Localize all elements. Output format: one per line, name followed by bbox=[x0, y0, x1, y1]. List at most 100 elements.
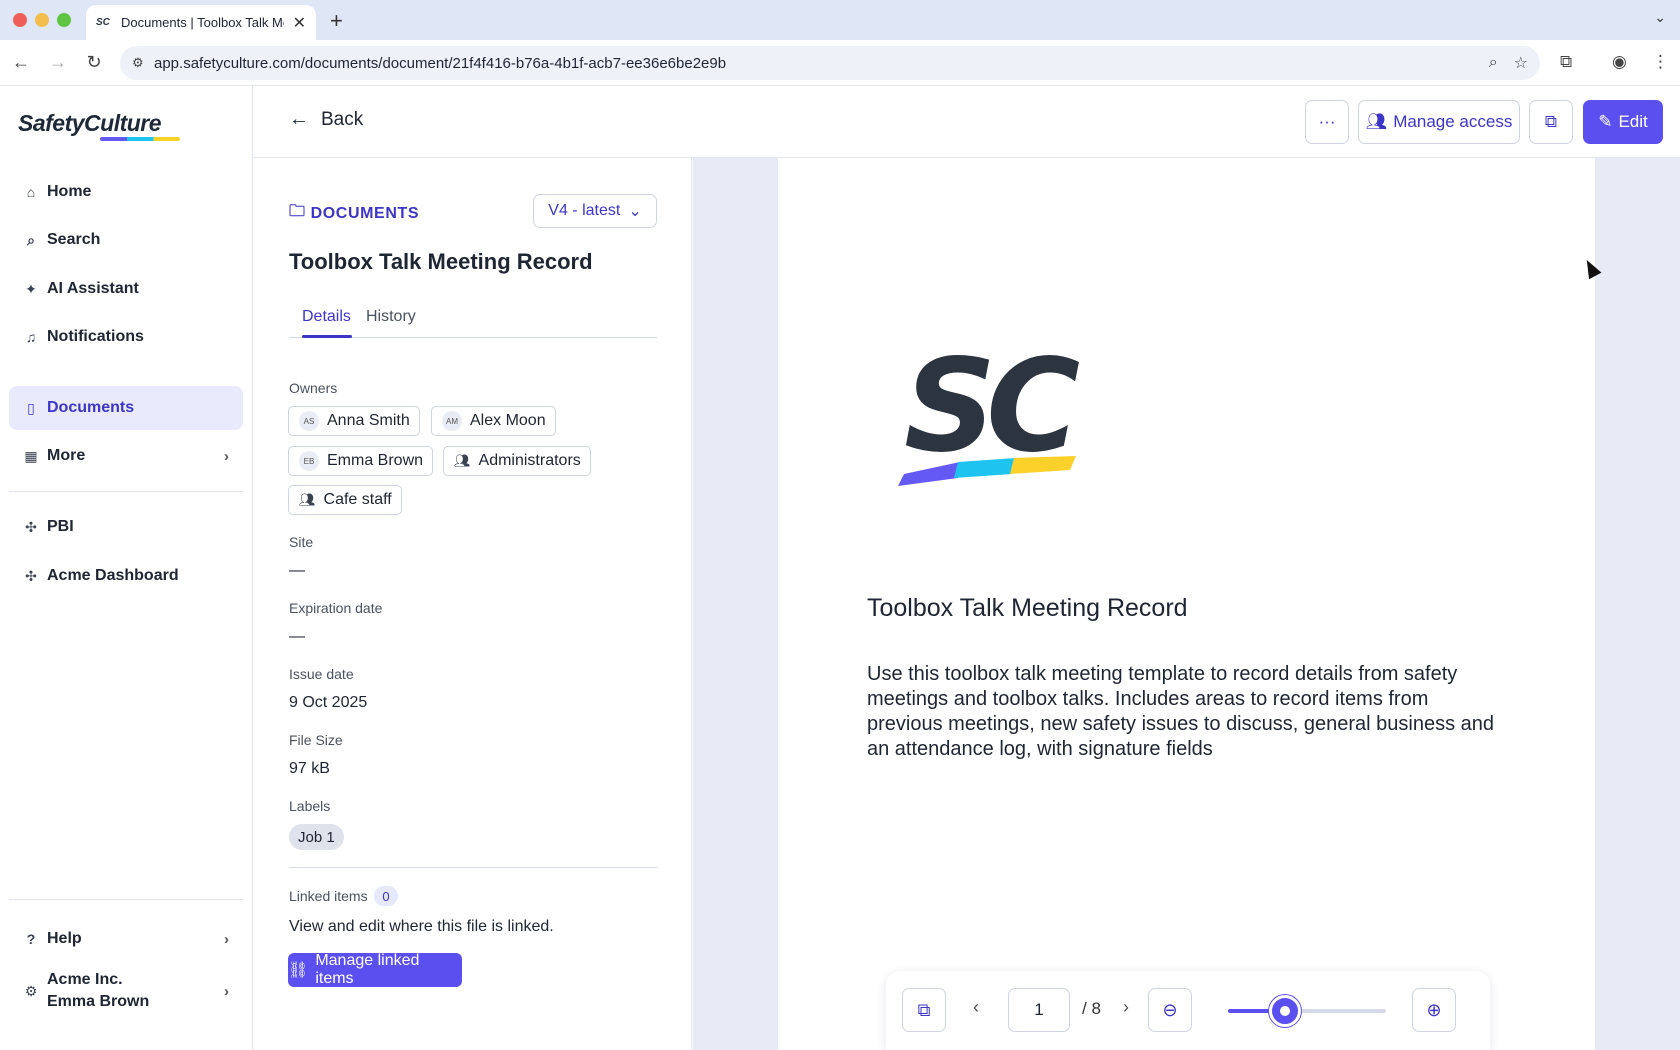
linked-items-count-badge: 0 bbox=[374, 886, 398, 906]
tab-details[interactable]: Details bbox=[302, 308, 351, 326]
bell-icon: ♫ bbox=[25, 329, 37, 345]
puzzle-icon: ✣ bbox=[25, 567, 37, 584]
details-divider bbox=[289, 867, 657, 868]
url-text[interactable]: app.safetyculture.com/documents/document… bbox=[154, 55, 1473, 72]
manage-linked-items-label: Manage linked items bbox=[315, 952, 420, 987]
details-tabs: Details History bbox=[289, 300, 657, 338]
sidebar-item-search[interactable]: ⌕ Search bbox=[9, 218, 243, 262]
browser-forward-icon[interactable]: → bbox=[47, 52, 69, 73]
search-icon: ⌕ bbox=[27, 231, 35, 248]
users-icon: 👥︎ bbox=[454, 453, 471, 468]
open-in-new-window-button[interactable]: ⧉ bbox=[902, 988, 946, 1032]
zoom-icon[interactable]: ⌕ bbox=[1489, 54, 1498, 72]
owner-chip[interactable]: EB Emma Brown bbox=[288, 446, 434, 476]
labels-label: Labels bbox=[289, 798, 331, 814]
owner-chip[interactable]: AS Anna Smith bbox=[288, 406, 420, 436]
safetyculture-logo[interactable]: SafetyCulture bbox=[18, 110, 162, 137]
browser-menu-icon[interactable]: ⋮ bbox=[1652, 52, 1669, 72]
profile-icon[interactable]: ◉ bbox=[1612, 52, 1627, 72]
issue-date-label: Issue date bbox=[289, 666, 354, 682]
owner-group-chip[interactable]: 👥︎ Cafe staff bbox=[288, 485, 402, 515]
sidebar-item-label: AI Assistant bbox=[47, 280, 139, 297]
chevron-right-icon: › bbox=[224, 447, 229, 465]
document-title: Toolbox Talk Meeting Record bbox=[289, 249, 593, 274]
sidebar-item-label: More bbox=[47, 447, 86, 464]
sidebar-item-more[interactable]: ▦ More › bbox=[9, 434, 243, 478]
edit-button[interactable]: ✎ Edit bbox=[1583, 100, 1663, 144]
owner-name: Emma Brown bbox=[327, 452, 424, 469]
expiration-date-label: Expiration date bbox=[289, 600, 383, 616]
back-label: Back bbox=[321, 108, 364, 130]
chevron-right-icon: › bbox=[224, 930, 229, 948]
address-bar[interactable]: ⚙ app.safetyculture.com/documents/docume… bbox=[120, 46, 1540, 80]
version-select[interactable]: V4 - latest ⌄ bbox=[533, 194, 657, 228]
owner-name: Alex Moon bbox=[470, 412, 546, 429]
zoom-slider-handle[interactable] bbox=[1269, 995, 1301, 1027]
sidebar-item-label: PBI bbox=[47, 518, 74, 535]
new-tab-icon[interactable]: + bbox=[330, 8, 343, 34]
tab-history[interactable]: History bbox=[366, 308, 416, 326]
users-icon: 👥︎ bbox=[1365, 112, 1388, 131]
zoom-out-button[interactable]: ⊖ bbox=[1148, 988, 1192, 1032]
active-tab-indicator bbox=[302, 335, 352, 338]
linked-items-label: Linked items bbox=[289, 888, 368, 904]
sidebar: SafetyCulture ⌂ Home ⌕ Search ✦ AI Assis… bbox=[0, 86, 253, 1050]
chevron-right-icon: › bbox=[224, 982, 229, 1000]
back-button[interactable]: ← Back bbox=[289, 108, 363, 131]
previous-page-icon[interactable]: ‹ bbox=[973, 997, 979, 1018]
sidebar-item-help[interactable]: ? Help › bbox=[9, 917, 243, 961]
external-link-icon: ⧉ bbox=[1544, 112, 1558, 131]
minimize-window-button[interactable] bbox=[35, 13, 49, 27]
owner-chip[interactable]: AM Alex Moon bbox=[431, 406, 556, 436]
avatar: EB bbox=[299, 451, 319, 471]
sidebar-item-home[interactable]: ⌂ Home bbox=[9, 170, 243, 214]
pencil-icon: ✎ bbox=[1598, 112, 1613, 131]
owner-group-chip[interactable]: 👥︎ Administrators bbox=[443, 446, 591, 476]
folder-label: DOCUMENTS bbox=[310, 204, 420, 222]
tab-search-chevron-icon[interactable]: ⌄ bbox=[1654, 9, 1666, 26]
gear-icon: ⚙ bbox=[24, 982, 38, 999]
sidebar-item-label: Acme Dashboard bbox=[47, 567, 179, 584]
sidebar-org-account[interactable]: ⚙ Acme Inc. Emma Brown › bbox=[9, 964, 243, 1018]
sidebar-item-acme-dashboard[interactable]: ✣ Acme Dashboard bbox=[9, 554, 243, 598]
label-pill[interactable]: Job 1 bbox=[289, 824, 344, 850]
sparkle-icon: ✦ bbox=[25, 280, 37, 297]
arrow-left-icon: ← bbox=[289, 108, 309, 130]
viewer-toolbar: ⧉ ‹ / 8 › ⊖ ⊕ bbox=[886, 971, 1490, 1050]
page-number-input[interactable] bbox=[1008, 988, 1070, 1032]
close-window-button[interactable] bbox=[13, 13, 27, 27]
zoom-in-button[interactable]: ⊕ bbox=[1412, 988, 1456, 1032]
expiration-date-value: — bbox=[289, 628, 305, 645]
manage-linked-items-button[interactable]: ⛓ Manage linked items bbox=[288, 952, 462, 987]
zoom-out-icon: ⊖ bbox=[1162, 999, 1178, 1020]
close-tab-icon[interactable]: ✕ bbox=[293, 13, 306, 33]
manage-access-button[interactable]: 👥︎ Manage access bbox=[1358, 100, 1520, 144]
sidebar-item-label: Home bbox=[47, 183, 92, 200]
more-options-button[interactable]: ··· bbox=[1305, 100, 1349, 144]
bookmark-star-icon[interactable]: ☆ bbox=[1514, 53, 1528, 73]
next-page-icon[interactable]: › bbox=[1123, 997, 1129, 1018]
reload-icon[interactable]: ↻ bbox=[83, 52, 105, 73]
browser-tab[interactable]: SC Documents | Toolbox Talk Meeting Reco… bbox=[86, 5, 316, 40]
owner-name: Administrators bbox=[478, 452, 581, 469]
version-label: V4 - latest bbox=[548, 202, 621, 219]
site-value: — bbox=[289, 562, 305, 579]
logo-underline bbox=[100, 137, 180, 141]
sidebar-item-notifications[interactable]: ♫ Notifications bbox=[9, 315, 243, 359]
zoom-slider[interactable] bbox=[1228, 995, 1386, 1027]
sidebar-item-label: Notifications bbox=[47, 328, 144, 345]
zoom-in-icon: ⊕ bbox=[1426, 999, 1442, 1020]
file-size-label: File Size bbox=[289, 732, 343, 748]
document-icon: ▯ bbox=[27, 399, 35, 416]
maximize-window-button[interactable] bbox=[57, 13, 71, 27]
sidebar-item-documents[interactable]: ▯ Documents bbox=[9, 386, 243, 430]
open-external-button[interactable]: ⧉ bbox=[1529, 100, 1573, 144]
site-settings-icon[interactable]: ⚙ bbox=[132, 55, 154, 71]
folder-breadcrumb[interactable]: 🗀 DOCUMENTS bbox=[289, 200, 419, 227]
sidebar-item-ai-assistant[interactable]: ✦ AI Assistant bbox=[9, 267, 243, 311]
org-account-labels: Acme Inc. Emma Brown bbox=[47, 969, 149, 1013]
sidebar-item-pbi[interactable]: ✣ PBI bbox=[9, 505, 243, 549]
extensions-icon[interactable]: ⧉ bbox=[1560, 52, 1572, 72]
browser-back-icon[interactable]: ← bbox=[10, 52, 32, 73]
sidebar-item-label: Search bbox=[47, 231, 101, 248]
